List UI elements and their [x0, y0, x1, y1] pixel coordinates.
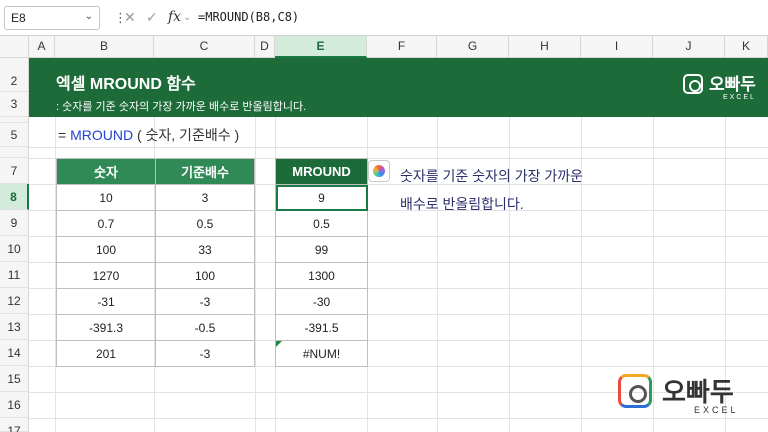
fx-chevron-icon[interactable]: ⌄	[183, 12, 191, 23]
page-title: 엑셀 MROUND 함수	[56, 76, 196, 93]
column-header-selected[interactable]: E	[275, 36, 367, 58]
row-header[interactable]: 13	[0, 314, 29, 340]
header-number[interactable]: 숫자	[56, 158, 156, 185]
formula-input[interactable]: =MROUND(B8,C8)	[198, 10, 299, 24]
cell-b9[interactable]: 0.7	[56, 210, 156, 237]
select-all-corner[interactable]	[0, 36, 29, 58]
cell-c8[interactable]: 3	[155, 184, 255, 211]
cell-b14[interactable]: 201	[56, 340, 156, 367]
row-header[interactable]: 2	[0, 58, 29, 92]
logo-text: 오빠두	[709, 75, 756, 94]
row-header[interactable]: 12	[0, 288, 29, 314]
column-header[interactable]: D	[255, 36, 275, 58]
row-header[interactable]: 3	[0, 92, 29, 117]
copilot-button[interactable]	[368, 160, 390, 182]
syntax-line[interactable]: = MROUND ( 숫자, 기준배수 )	[58, 125, 239, 145]
column-header[interactable]: B	[55, 36, 154, 58]
cell-e11[interactable]: 1300	[275, 262, 368, 289]
cell-e8-active[interactable]: 9	[275, 184, 368, 211]
explanation-note: 숫자를 기준 숫자의 가장 가까운 배수로 반올림합니다.	[400, 162, 583, 218]
confirm-icon[interactable]: ✓	[146, 9, 158, 26]
row-header[interactable]: 14	[0, 340, 29, 366]
note-line-1: 숫자를 기준 숫자의 가장 가까운	[400, 168, 583, 184]
copilot-icon	[373, 165, 385, 177]
cell-b12[interactable]: -31	[56, 288, 156, 315]
cell-e12[interactable]: -30	[275, 288, 368, 315]
cell-e14-error[interactable]: #NUM!	[275, 340, 368, 367]
cancel-icon[interactable]: ✕	[124, 9, 136, 26]
logo-subtext: EXCEL	[723, 94, 756, 101]
cell-c11[interactable]: 100	[155, 262, 255, 289]
column-header[interactable]: I	[581, 36, 653, 58]
row-header[interactable]: 10	[0, 236, 29, 262]
error-value: #NUM!	[302, 346, 341, 361]
column-header[interactable]: C	[154, 36, 255, 58]
row-header-selected[interactable]: 8	[0, 184, 29, 210]
fx-icon[interactable]: fx	[168, 9, 181, 25]
cell-c12[interactable]: -3	[155, 288, 255, 315]
row-header[interactable]: 7	[0, 158, 29, 184]
header-multiple[interactable]: 기준배수	[155, 158, 255, 185]
cell-e10[interactable]: 99	[275, 236, 368, 263]
cell-b11[interactable]: 1270	[56, 262, 156, 289]
syntax-args: ( 숫자, 기준배수 )	[133, 127, 240, 143]
cell-b13[interactable]: -391.3	[56, 314, 156, 341]
cell-c9[interactable]: 0.5	[155, 210, 255, 237]
cell-e13[interactable]: -391.5	[275, 314, 368, 341]
corner-logo-subtext: EXCEL	[694, 405, 739, 415]
syntax-function: MROUND	[70, 127, 134, 143]
page-subtitle: : 숫자를 기준 숫자의 가장 가까운 배수로 반올림합니다.	[56, 101, 307, 113]
note-line-2: 배수로 반올림합니다.	[400, 196, 524, 212]
camera-logo-icon	[683, 74, 703, 94]
error-indicator-icon[interactable]	[276, 341, 282, 347]
column-header[interactable]: H	[509, 36, 581, 58]
column-header[interactable]: J	[653, 36, 725, 58]
row-header[interactable]: 17	[0, 418, 29, 432]
row-header[interactable]: 15	[0, 366, 29, 392]
column-header[interactable]: A	[29, 36, 55, 58]
cell-c10[interactable]: 33	[155, 236, 255, 263]
camera-logo-icon	[618, 374, 652, 408]
syntax-prefix: =	[58, 127, 71, 143]
cell-e9[interactable]: 0.5	[275, 210, 368, 237]
cell-c13[interactable]: -0.5	[155, 314, 255, 341]
input-table: 숫자 기준배수 10 3 0.7 0.5 100 33 1270 100 -31 -3 -…	[56, 158, 255, 367]
cell-c14[interactable]: -3	[155, 340, 255, 367]
column-header[interactable]: K	[725, 36, 768, 58]
name-box[interactable]: E8 ⌄	[4, 6, 100, 30]
column-header[interactable]: G	[437, 36, 509, 58]
name-box-value: E8	[11, 11, 26, 25]
cell-b8[interactable]: 10	[56, 184, 156, 211]
row-header[interactable]: 5	[0, 123, 29, 147]
formula-bar: E8 ⌄ ⋮ ✕ ✓ fx ⌄ =MROUND(B8,C8)	[0, 0, 768, 36]
row-header[interactable]: 6	[0, 147, 29, 158]
chevron-down-icon[interactable]: ⌄	[85, 11, 93, 22]
cell-b10[interactable]: 100	[56, 236, 156, 263]
corner-logo-text: 오빠두	[662, 377, 734, 407]
row-header[interactable]: 9	[0, 210, 29, 236]
row-header[interactable]: 16	[0, 392, 29, 418]
header-mround[interactable]: MROUND	[275, 158, 368, 185]
result-table: MROUND 9 0.5 99 1300 -30 -391.5 #NUM!	[275, 158, 368, 367]
column-header[interactable]: F	[367, 36, 437, 58]
row-header[interactable]: 11	[0, 262, 29, 288]
